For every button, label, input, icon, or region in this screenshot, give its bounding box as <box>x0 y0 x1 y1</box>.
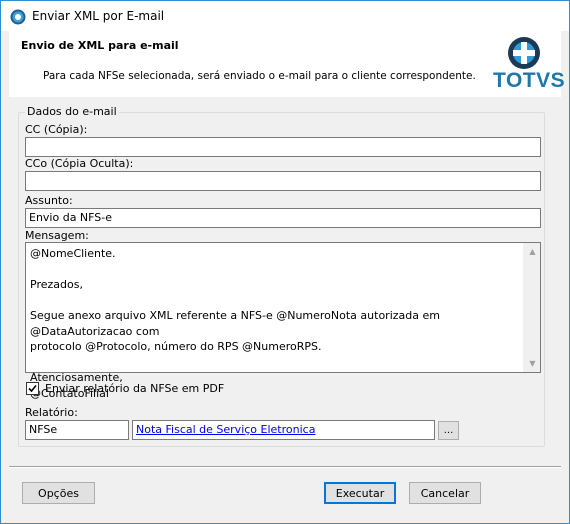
dialog-window: Enviar XML por E-mail Envio de XML para … <box>0 0 570 524</box>
report-label: Relatório: <box>25 406 78 419</box>
subject-label: Assunto: <box>25 194 73 207</box>
message-line: Prezados, <box>30 278 83 291</box>
subject-input[interactable]: Envio da NFS-e <box>25 208 541 228</box>
header-panel: Envio de XML para e-mail Para cada NFSe … <box>9 31 565 97</box>
report-code-input[interactable]: NFSe <box>25 420 129 440</box>
report-description-link[interactable]: Nota Fiscal de Serviço Eletronica <box>136 423 315 436</box>
totvs-logo-text: TOTVS <box>493 69 566 92</box>
options-button[interactable]: Opções <box>22 482 95 504</box>
scroll-down-icon[interactable]: ▼ <box>524 355 541 372</box>
cco-input[interactable] <box>25 171 541 191</box>
footer-separator-highlight <box>9 467 561 468</box>
execute-button[interactable]: Executar <box>324 482 396 504</box>
app-icon <box>10 9 26 25</box>
message-scrollbar[interactable]: ▲ ▼ <box>523 243 540 372</box>
message-line <box>30 355 520 371</box>
cc-input[interactable] <box>25 137 541 157</box>
report-browse-button[interactable]: ... <box>438 421 459 440</box>
title-bar[interactable]: Enviar XML por E-mail <box>1 1 569 31</box>
message-label: Mensagem: <box>25 229 89 242</box>
message-line: protocolo @Protocolo, número do RPS @Num… <box>30 340 322 353</box>
message-line <box>30 262 520 278</box>
checkmark-icon <box>28 384 37 393</box>
header-description: Para cada NFSe selecionada, será enviado… <box>43 70 476 82</box>
pdf-report-checkbox-row[interactable]: Enviar relatório da NFSe em PDF <box>26 382 224 395</box>
cc-label: CC (Cópia): <box>25 123 88 136</box>
window-title: Enviar XML por E-mail <box>32 9 165 23</box>
group-legend: Dados do e-mail <box>25 105 119 118</box>
cco-label: CCo (Cópia Oculta): <box>25 157 134 170</box>
header-title: Envio de XML para e-mail <box>21 39 179 52</box>
pdf-report-checkbox[interactable] <box>26 382 39 395</box>
cancel-button[interactable]: Cancelar <box>409 482 481 504</box>
message-line <box>30 293 520 309</box>
message-textarea[interactable]: @NomeCliente. Prezados, Segue anexo arqu… <box>25 242 541 400</box>
message-text: @NomeCliente. Prezados, Segue anexo arqu… <box>30 246 520 401</box>
scroll-up-icon[interactable]: ▲ <box>524 243 541 260</box>
message-line: Segue anexo arquivo XML referente a NFS-… <box>30 309 440 338</box>
report-description-field[interactable]: Nota Fiscal de Serviço Eletronica <box>132 420 435 440</box>
totvs-logo-icon <box>508 37 540 69</box>
pdf-report-checkbox-label: Enviar relatório da NFSe em PDF <box>45 382 225 395</box>
message-line: @NomeCliente. <box>30 247 116 260</box>
